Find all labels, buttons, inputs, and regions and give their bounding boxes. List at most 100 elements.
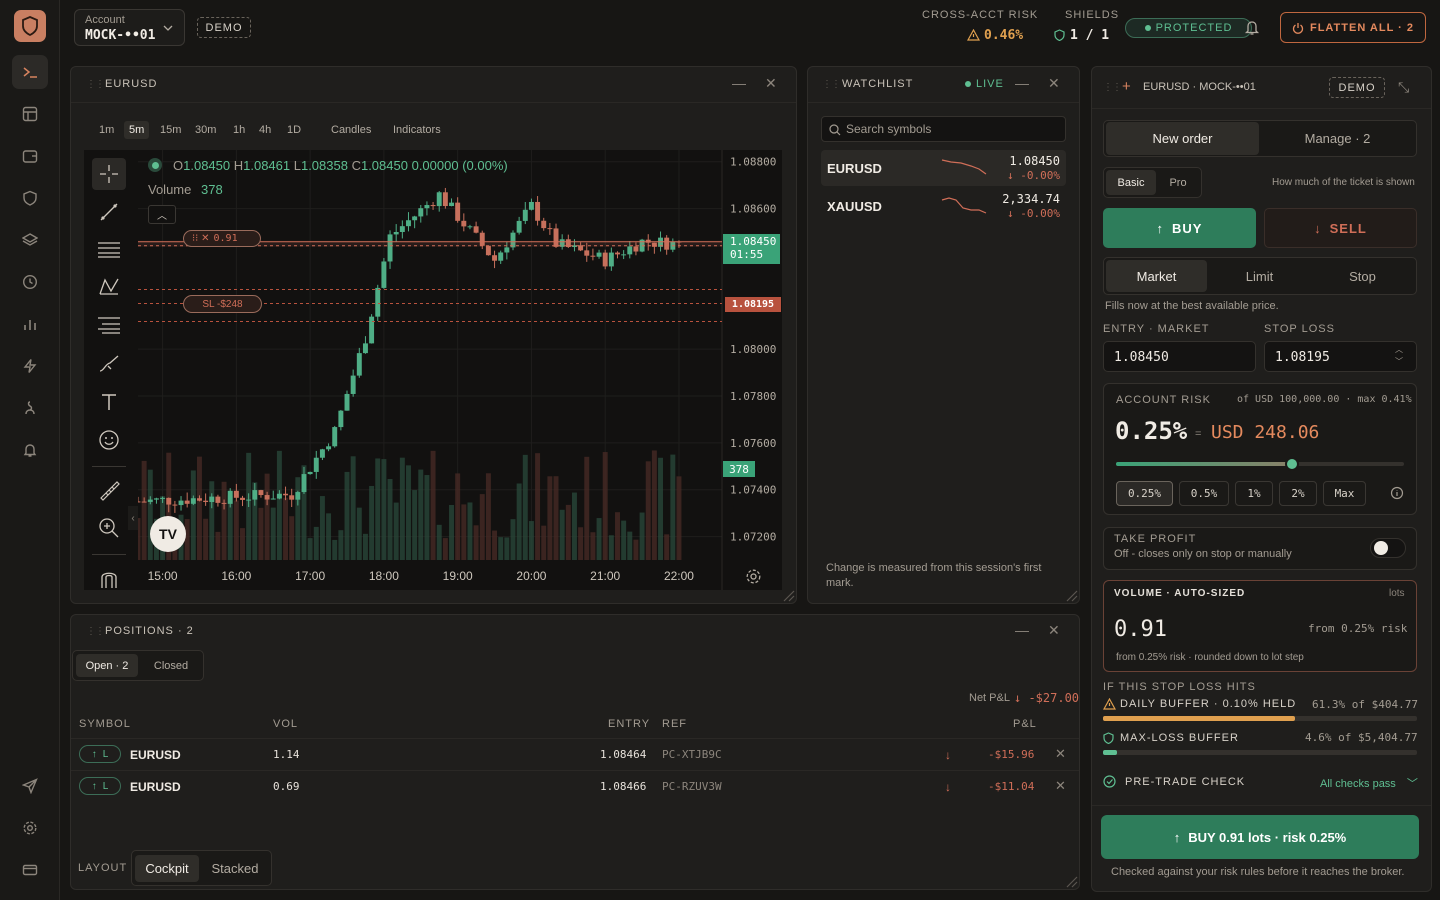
chart-settings-gear-icon[interactable]	[745, 568, 762, 585]
tab-new-order[interactable]: New order	[1106, 122, 1259, 155]
tradingview-logo-icon[interactable]: TV	[150, 516, 186, 552]
sell-button[interactable]: ↓ SELL	[1264, 208, 1417, 248]
resize-handle-icon[interactable]	[1066, 590, 1078, 602]
visibility-toggle-icon[interactable]	[148, 158, 162, 172]
stop-loss-stepper[interactable]: ︿ ﹀	[1395, 344, 1403, 368]
drag-handle-icon[interactable]: ⋮⋮	[1103, 82, 1122, 93]
candle-body	[608, 252, 614, 267]
text-tool-icon[interactable]	[92, 386, 126, 418]
buy-button[interactable]: ↑ BUY	[1103, 208, 1256, 248]
horizontal-lines-tool-icon[interactable]	[92, 233, 126, 265]
notification-bell-icon[interactable]	[1244, 19, 1260, 36]
price-chart[interactable]: 1.08800 1.08600 1.08000 1.07800 1.07600 1.074…	[138, 150, 782, 590]
history-icon[interactable]	[12, 265, 48, 299]
close-icon[interactable]: ✕	[1048, 75, 1060, 92]
collapse-legend-icon[interactable]: ︿	[148, 205, 176, 224]
resize-handle-icon[interactable]	[1066, 876, 1078, 888]
risk-chip-2[interactable]: 2%	[1279, 481, 1317, 506]
flatten-all-button[interactable]: FLATTEN ALL · 2	[1280, 12, 1426, 43]
volume-bar	[375, 458, 381, 560]
order-type-market[interactable]: Market	[1106, 260, 1207, 292]
volume-value[interactable]: 0.91	[1114, 617, 1167, 642]
minimize-icon[interactable]: —	[732, 75, 746, 91]
timeframe-5m[interactable]: 5m	[124, 121, 150, 139]
bell-icon[interactable]	[12, 433, 48, 467]
symbol-search-input[interactable]: Search symbols	[821, 116, 1066, 142]
stop-loss-line-label[interactable]: SL -$248	[183, 295, 262, 313]
watchlist-item[interactable]: XAUUSD 2,334.74 ↓ -0.00%	[821, 188, 1066, 224]
drag-handle-icon[interactable]: ⋮⋮	[86, 626, 105, 637]
close-icon[interactable]: ✕	[1048, 622, 1060, 639]
mode-pro-button[interactable]: Pro	[1157, 170, 1199, 195]
collapse-toolbar-icon[interactable]: ‹	[128, 506, 138, 530]
table-row[interactable]: ↑ L EURUSD 0.69 1.08466 PC-RZUV3W ↓ -$11.…	[71, 770, 1079, 802]
watchlist-item[interactable]: EURUSD 1.08450 ↓ -0.00%	[821, 150, 1066, 186]
order-line-label[interactable]: ⁝⁝ ✕ 0.91	[183, 230, 261, 247]
risk-chip-1[interactable]: 1%	[1235, 481, 1273, 506]
account-selector[interactable]: Account MOCK-••01	[74, 9, 185, 46]
gear-icon[interactable]	[12, 811, 48, 845]
emoji-tool-icon[interactable]	[92, 424, 126, 456]
take-profit-toggle[interactable]	[1370, 538, 1406, 558]
bolt-icon[interactable]	[12, 349, 48, 383]
pulse-icon[interactable]	[12, 391, 48, 425]
shield-icon[interactable]	[12, 181, 48, 215]
tab-closed-positions[interactable]: Closed	[141, 654, 201, 677]
drag-handle-icon[interactable]: ⋮⋮	[822, 79, 841, 90]
brush-tool-icon[interactable]	[92, 348, 126, 380]
info-icon[interactable]	[1390, 486, 1404, 500]
bar-chart-icon[interactable]	[12, 307, 48, 341]
pattern-tool-icon[interactable]	[92, 271, 126, 303]
layout-stacked-button[interactable]: Stacked	[202, 855, 268, 882]
minimize-icon[interactable]: —	[1015, 75, 1029, 91]
timeframe-15m[interactable]: 15m	[160, 124, 181, 136]
demo-badge: DEMO	[197, 17, 251, 38]
layout-cockpit-button[interactable]: Cockpit	[135, 855, 199, 882]
submit-order-button[interactable]: ↑ BUY 0.91 lots · risk 0.25%	[1101, 815, 1419, 859]
entry-field[interactable]: 1.08450	[1103, 341, 1256, 372]
layers-icon[interactable]	[12, 223, 48, 257]
mode-basic-button[interactable]: Basic	[1106, 170, 1156, 195]
tab-manage[interactable]: Manage · 2	[1261, 122, 1414, 155]
candles-button[interactable]: Candles	[331, 124, 371, 136]
ruler-tool-icon[interactable]	[92, 474, 126, 506]
magnet-tool-icon[interactable]	[92, 563, 126, 595]
order-type-stop[interactable]: Stop	[1312, 260, 1413, 292]
close-icon[interactable]: ✕	[765, 75, 777, 92]
minimize-icon[interactable]: —	[1015, 622, 1029, 638]
terminal-icon[interactable]	[12, 55, 48, 89]
indicators-button[interactable]: Indicators	[393, 124, 441, 136]
timeframe-1h[interactable]: 1h	[233, 124, 245, 136]
timeframe-1m[interactable]: 1m	[99, 124, 114, 136]
crosshair-tool-icon[interactable]	[92, 158, 126, 190]
resize-handle-icon[interactable]	[783, 590, 795, 602]
send-icon[interactable]	[12, 769, 48, 803]
brand-shield-logo[interactable]	[14, 10, 46, 42]
volume-bar	[461, 504, 467, 560]
risk-chip-max[interactable]: Max	[1323, 481, 1366, 506]
zoom-in-tool-icon[interactable]	[92, 512, 126, 544]
order-type-limit[interactable]: Limit	[1209, 260, 1310, 292]
pretrade-value[interactable]: All checks pass ﹀	[1320, 775, 1418, 791]
timeframe-1d[interactable]: 1D	[287, 124, 301, 136]
volume-bar	[645, 461, 651, 560]
trend-line-tool-icon[interactable]	[92, 196, 126, 228]
collapse-panel-icon[interactable]: ⤡	[1398, 79, 1409, 96]
timeframe-30m[interactable]: 30m	[195, 124, 216, 136]
timeframe-4h[interactable]: 4h	[259, 124, 271, 136]
close-position-icon[interactable]: ✕	[1055, 746, 1066, 762]
drag-handle-icon[interactable]: ⋮⋮	[86, 79, 105, 90]
layout-icon[interactable]	[12, 97, 48, 131]
fib-tool-icon[interactable]	[92, 309, 126, 341]
risk-chip-0-25[interactable]: 0.25%	[1116, 481, 1173, 506]
tab-open-positions[interactable]: Open · 2	[76, 654, 138, 677]
volume-bar	[307, 538, 313, 560]
close-position-icon[interactable]: ✕	[1055, 778, 1066, 794]
risk-slider-thumb[interactable]	[1284, 457, 1299, 471]
volume-note: from 0.25% risk · rounded down to lot st…	[1116, 652, 1304, 663]
risk-chip-0-5[interactable]: 0.5%	[1179, 481, 1229, 506]
table-row[interactable]: ↑ L EURUSD 1.14 1.08464 PC-XTJB9C ↓ -$15.…	[71, 738, 1079, 770]
card-icon[interactable]	[12, 853, 48, 887]
wallet-icon[interactable]	[12, 139, 48, 173]
side-label: L	[102, 780, 109, 792]
